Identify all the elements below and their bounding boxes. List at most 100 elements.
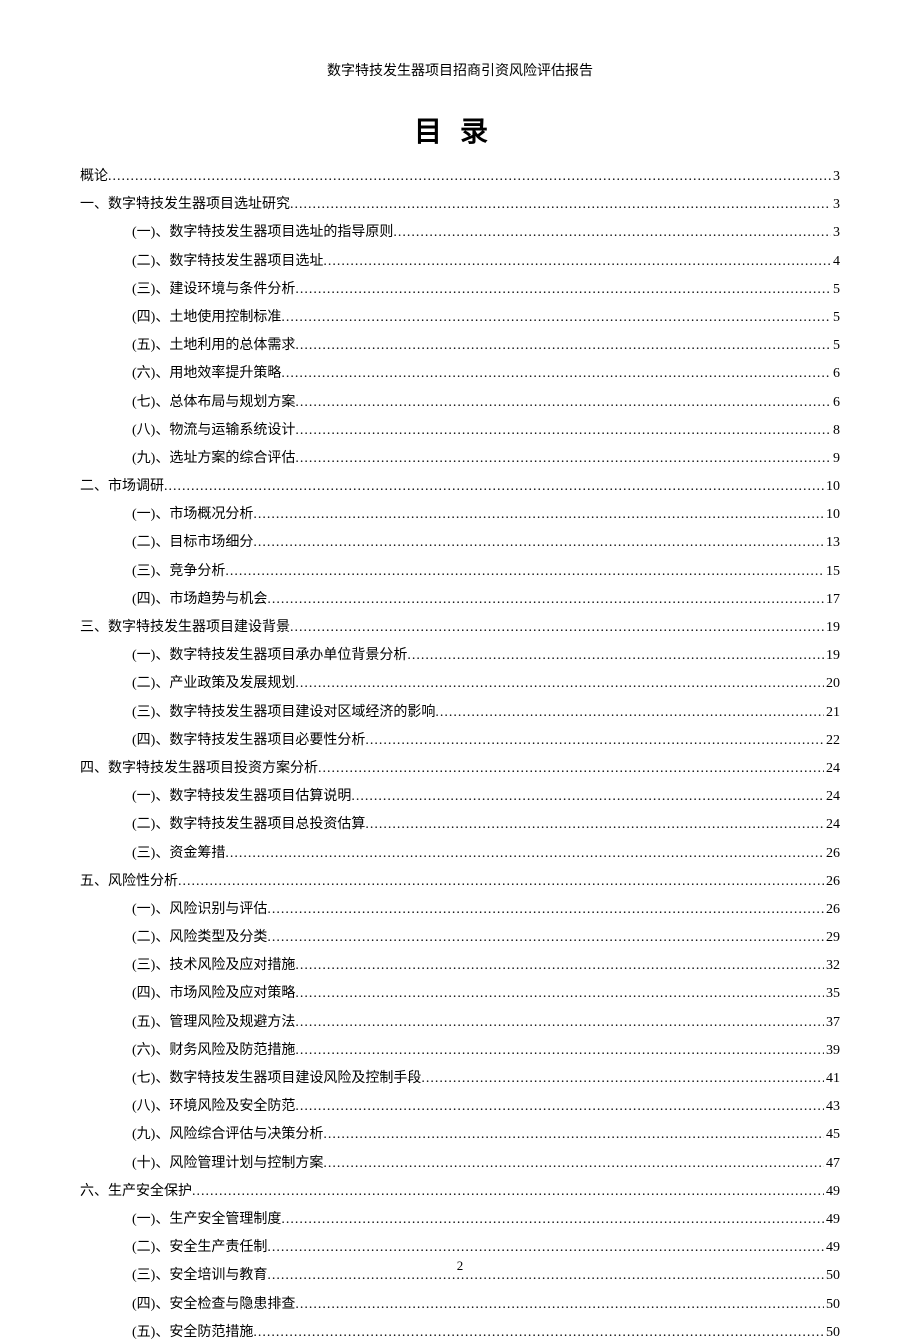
toc-entry[interactable]: 四、数字特技发生器项目投资方案分析24 — [80, 758, 840, 780]
toc-entry-page: 19 — [824, 617, 840, 639]
toc-entry[interactable]: (四)、市场风险及应对策略35 — [80, 983, 840, 1005]
toc-entry[interactable]: (五)、管理风险及规避方法37 — [80, 1012, 840, 1034]
toc-entry[interactable]: (一)、数字特技发生器项目估算说明24 — [80, 786, 840, 808]
toc-entry[interactable]: (三)、建设环境与条件分析5 — [80, 279, 840, 301]
toc-entry[interactable]: 六、生产安全保护49 — [80, 1181, 840, 1203]
toc-entry-label: 概论 — [80, 166, 108, 188]
toc-entry[interactable]: (一)、数字特技发生器项目承办单位背景分析 19 — [80, 645, 840, 667]
toc-entry[interactable]: 二、市场调研 10 — [80, 476, 840, 498]
toc-leader-dots — [295, 983, 824, 1005]
toc-entry[interactable]: (一)、风险识别与评估26 — [80, 899, 840, 921]
toc-entry[interactable]: 概论 3 — [80, 166, 840, 188]
toc-entry-page: 4 — [831, 251, 840, 273]
toc-entry-page: 3 — [831, 194, 840, 216]
toc-leader-dots — [295, 1294, 824, 1316]
toc-entry-label: (九)、风险综合评估与决策分析 — [132, 1124, 323, 1146]
toc-entry[interactable]: (八)、环境风险及安全防范43 — [80, 1096, 840, 1118]
toc-entry-page: 10 — [824, 476, 840, 498]
toc-entry-label: (一)、市场概况分析 — [132, 504, 253, 526]
toc-entry-label: (一)、数字特技发生器项目承办单位背景分析 — [132, 645, 407, 667]
toc-entry-page: 5 — [831, 307, 840, 329]
toc-entry-page: 45 — [824, 1124, 840, 1146]
toc-entry-label: 二、市场调研 — [80, 476, 164, 498]
toc-entry-label: (六)、用地效率提升策略 — [132, 363, 281, 385]
toc-entry-label: 五、风险性分析 — [80, 871, 178, 893]
toc-leader-dots — [323, 251, 831, 273]
toc-entry[interactable]: (四)、市场趋势与机会17 — [80, 589, 840, 611]
toc-leader-dots — [365, 814, 824, 836]
toc-entry-label: 四、数字特技发生器项目投资方案分析 — [80, 758, 318, 780]
toc-entry[interactable]: (一)、市场概况分析10 — [80, 504, 840, 526]
toc-leader-dots — [267, 589, 824, 611]
toc-leader-dots — [290, 617, 824, 639]
toc-entry[interactable]: 一、数字特技发生器项目选址研究3 — [80, 194, 840, 216]
toc-entry-page: 21 — [824, 702, 840, 724]
toc-entry[interactable]: (二)、产业政策及发展规划20 — [80, 673, 840, 695]
toc-leader-dots — [225, 561, 824, 583]
toc-entry[interactable]: (二)、数字特技发生器项目总投资估算24 — [80, 814, 840, 836]
toc-entry-label: (八)、物流与运输系统设计 — [132, 420, 295, 442]
toc-entry[interactable]: (一)、数字特技发生器项目选址的指导原则 3 — [80, 222, 840, 244]
toc-entry[interactable]: (四)、土地使用控制标准5 — [80, 307, 840, 329]
toc-entry-label: (二)、安全生产责任制 — [132, 1237, 267, 1259]
toc-entry[interactable]: 三、数字特技发生器项目建设背景19 — [80, 617, 840, 639]
toc-entry[interactable]: (二)、数字特技发生器项目选址 4 — [80, 251, 840, 273]
toc-entry[interactable]: (二)、安全生产责任制49 — [80, 1237, 840, 1259]
toc-entry[interactable]: (六)、用地效率提升策略 6 — [80, 363, 840, 385]
toc-entry[interactable]: (九)、风险综合评估与决策分析 45 — [80, 1124, 840, 1146]
toc-leader-dots — [295, 392, 831, 414]
toc-entry-page: 19 — [824, 645, 840, 667]
toc-entry[interactable]: (七)、数字特技发生器项目建设风险及控制手段41 — [80, 1068, 840, 1090]
toc-entry[interactable]: (二)、风险类型及分类29 — [80, 927, 840, 949]
toc-leader-dots — [407, 645, 824, 667]
toc-leader-dots — [295, 279, 831, 301]
toc-entry-page: 13 — [824, 532, 840, 554]
toc-leader-dots — [281, 363, 831, 385]
toc-entry[interactable]: (四)、数字特技发生器项目必要性分析22 — [80, 730, 840, 752]
toc-entry[interactable]: (九)、选址方案的综合评估9 — [80, 448, 840, 470]
toc-entry[interactable]: (六)、财务风险及防范措施39 — [80, 1040, 840, 1062]
toc-entry-label: (二)、数字特技发生器项目总投资估算 — [132, 814, 365, 836]
toc-entry-label: (五)、土地利用的总体需求 — [132, 335, 295, 357]
toc-entry-label: (二)、产业政策及发展规划 — [132, 673, 295, 695]
toc-leader-dots — [164, 476, 824, 498]
toc-entry[interactable]: (三)、数字特技发生器项目建设对区域经济的影响21 — [80, 702, 840, 724]
toc-leader-dots — [290, 194, 831, 216]
toc-entry[interactable]: (八)、物流与运输系统设计8 — [80, 420, 840, 442]
toc-entry-label: (二)、数字特技发生器项目选址 — [132, 251, 323, 273]
toc-entry[interactable]: (三)、资金筹措26 — [80, 843, 840, 865]
toc-entry-label: (一)、生产安全管理制度 — [132, 1209, 281, 1231]
toc-leader-dots — [267, 1237, 824, 1259]
toc-entry-label: (四)、安全检查与隐患排查 — [132, 1294, 295, 1316]
toc-entry-label: (一)、数字特技发生器项目选址的指导原则 — [132, 222, 393, 244]
toc-title: 目录 — [80, 110, 840, 150]
toc-leader-dots — [192, 1181, 824, 1203]
toc-leader-dots — [421, 1068, 824, 1090]
toc-entry[interactable]: (五)、安全防范措施50 — [80, 1322, 840, 1343]
toc-entry-label: (五)、管理风险及规避方法 — [132, 1012, 295, 1034]
toc-entry-page: 15 — [824, 561, 840, 583]
toc-entry-page: 35 — [824, 983, 840, 1005]
toc-entry-page: 26 — [824, 843, 840, 865]
toc-entry-label: (十)、风险管理计划与控制方案 — [132, 1153, 323, 1175]
toc-entry-page: 39 — [824, 1040, 840, 1062]
toc-entry[interactable]: (十)、风险管理计划与控制方案47 — [80, 1153, 840, 1175]
toc-entry-page: 3 — [831, 166, 840, 188]
toc-entry[interactable]: (一)、生产安全管理制度49 — [80, 1209, 840, 1231]
toc-entry[interactable]: (五)、土地利用的总体需求5 — [80, 335, 840, 357]
toc-entry-page: 50 — [824, 1322, 840, 1343]
toc-entry[interactable]: (二)、目标市场细分13 — [80, 532, 840, 554]
toc-entry-page: 3 — [831, 222, 840, 244]
toc-entry-page: 6 — [831, 363, 840, 385]
toc-entry-label: 六、生产安全保护 — [80, 1181, 192, 1203]
toc-leader-dots — [323, 1124, 824, 1146]
toc-entry[interactable]: (三)、竞争分析15 — [80, 561, 840, 583]
toc-leader-dots — [267, 927, 824, 949]
toc-entry-page: 26 — [824, 899, 840, 921]
toc-entry[interactable]: 五、风险性分析26 — [80, 871, 840, 893]
toc-entry-page: 24 — [824, 786, 840, 808]
toc-leader-dots — [295, 955, 824, 977]
toc-entry[interactable]: (四)、安全检查与隐患排查50 — [80, 1294, 840, 1316]
toc-entry[interactable]: (七)、总体布局与规划方案6 — [80, 392, 840, 414]
toc-entry[interactable]: (三)、技术风险及应对措施32 — [80, 955, 840, 977]
